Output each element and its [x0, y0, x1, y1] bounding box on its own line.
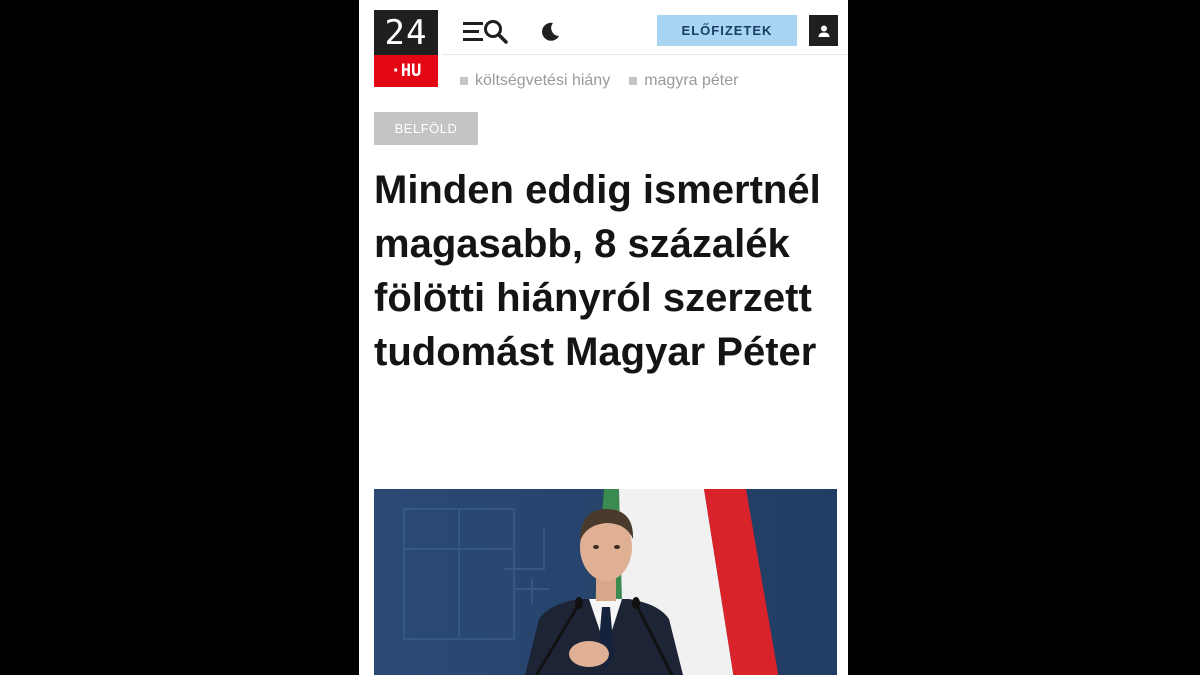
logo-number: 24 [374, 10, 438, 55]
mobile-page: 24 ·HU ELŐFIZETEK költségvetési hiány ma… [359, 0, 848, 675]
menu-search-icon[interactable] [463, 17, 511, 47]
article-headline: Minden eddig ismertnél magasabb, 8 száza… [374, 168, 821, 374]
logo-domain: ·HU [374, 55, 438, 87]
tag-label: magyra péter [644, 72, 739, 89]
tag-item[interactable]: magyra péter [629, 72, 738, 90]
user-icon[interactable] [809, 15, 838, 46]
topic-tags: költségvetési hiány magyra péter [460, 72, 738, 90]
tag-bullet-icon [629, 77, 638, 85]
header-divider [442, 54, 848, 55]
moon-icon[interactable] [539, 21, 561, 43]
tag-label: költségvetési hiány [475, 72, 611, 89]
category-badge[interactable]: BELFÖLD [374, 112, 478, 145]
subscribe-button[interactable]: ELŐFIZETEK [657, 15, 797, 46]
tag-bullet-icon [460, 77, 468, 85]
tag-item[interactable]: költségvetési hiány [460, 72, 610, 90]
site-logo[interactable]: 24 ·HU [374, 10, 438, 87]
article-photo[interactable] [374, 489, 837, 675]
